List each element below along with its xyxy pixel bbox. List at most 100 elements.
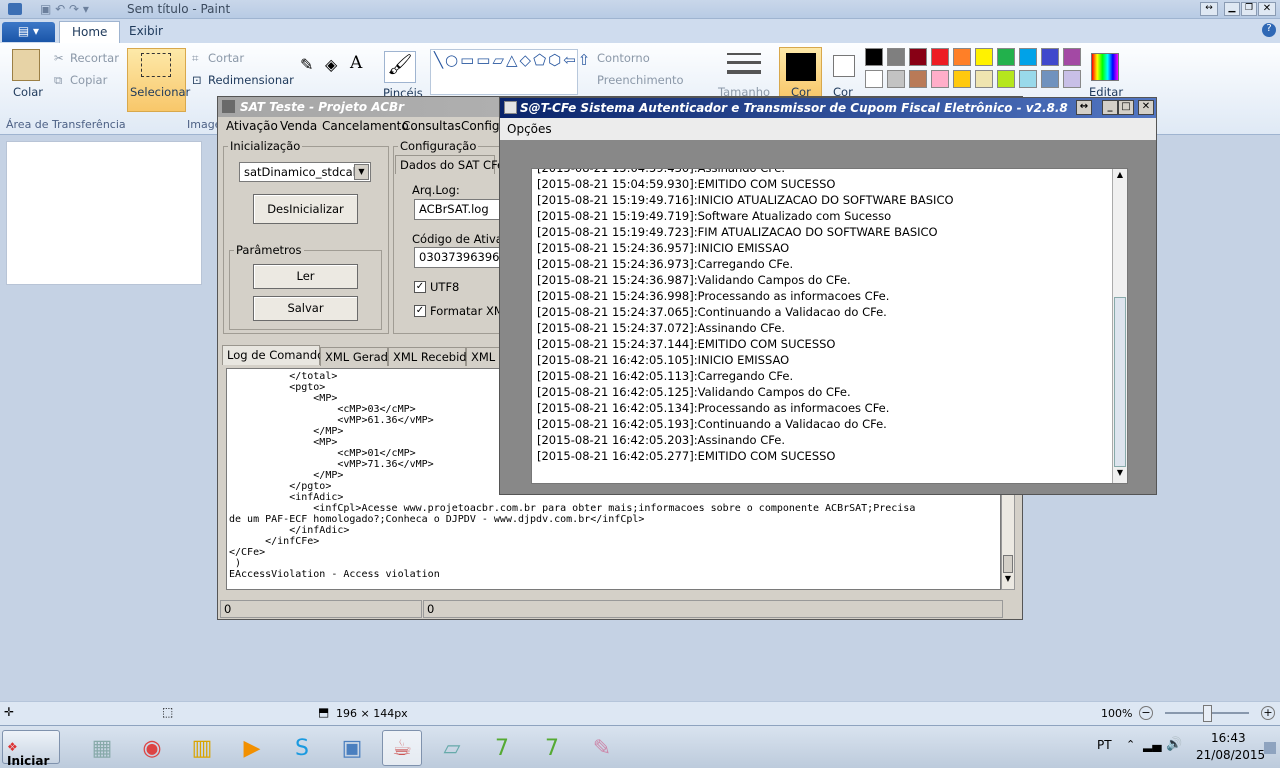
tab-xml-recebido[interactable]: XML Recebido <box>388 347 474 366</box>
tab-dados-sat[interactable]: Dados do SAT CFe <box>395 155 504 174</box>
zoom-in-button[interactable]: + <box>1261 706 1275 720</box>
notes-icon[interactable]: ▱ <box>432 730 472 766</box>
menu-consultas[interactable]: Consultas <box>402 119 461 133</box>
language-indicator[interactable]: PT <box>1097 738 1112 752</box>
calculator-icon[interactable]: ▦ <box>82 730 122 766</box>
palette-swatch[interactable] <box>865 48 883 66</box>
outline-dropdown[interactable]: Contorno <box>597 51 650 65</box>
salvar-button[interactable]: Salvar <box>253 296 358 321</box>
desinicializar-button[interactable]: DesInicializar <box>253 194 358 224</box>
palette-swatch[interactable] <box>975 48 993 66</box>
palette-swatch[interactable] <box>887 70 905 88</box>
quick-access-toolbar[interactable]: ▣ ↶ ↷ ▾ <box>40 2 89 16</box>
palette-swatch[interactable] <box>887 48 905 66</box>
palette-swatch[interactable] <box>931 70 949 88</box>
palette-swatch[interactable] <box>997 48 1015 66</box>
palette-swatch[interactable] <box>909 48 927 66</box>
color2-swatch[interactable] <box>833 55 855 77</box>
explorer-icon[interactable]: ▥ <box>182 730 222 766</box>
scroll-up-icon[interactable]: ▲ <box>1114 170 1126 183</box>
pencil-icon[interactable]: ✎ <box>300 55 313 74</box>
palette-swatch[interactable] <box>1041 48 1059 66</box>
restore-arrows-icon[interactable]: ↔ <box>1076 100 1092 115</box>
delphi7b-icon[interactable]: 7 <box>532 730 572 766</box>
zoom-out-button[interactable]: − <box>1139 706 1153 720</box>
show-desktop-button[interactable] <box>1264 742 1276 754</box>
lib-select[interactable]: satDinamico_stdcall ▼ <box>239 162 371 182</box>
palette-swatch[interactable] <box>975 70 993 88</box>
delphi7-icon[interactable]: 7 <box>482 730 522 766</box>
scroll-down-icon[interactable]: ▼ <box>1002 574 1014 588</box>
sat-log-entry: [2015-08-21 15:19:49.719]:Software Atual… <box>537 209 892 223</box>
paste-button[interactable]: Colar <box>13 85 43 99</box>
tab-log-comandos[interactable]: Log de Comandos <box>222 345 330 365</box>
copy-icon: ⧉ <box>54 73 63 87</box>
scroll-down-icon[interactable]: ▼ <box>1114 468 1126 481</box>
sat-log-list[interactable]: [2015-08-21 15:04:59.430]:Assinando CFe.… <box>531 168 1128 484</box>
copy-button[interactable]: Copiar <box>70 73 107 87</box>
help-icon[interactable]: ? <box>1262 23 1276 37</box>
clock-time[interactable]: 16:43 <box>1211 731 1246 745</box>
palette-swatch[interactable] <box>865 70 883 88</box>
shapes-gallery[interactable]: ╲○▭▭▱△◇⬠⬡⇦⇧ <box>430 49 590 95</box>
restore-arrows-icon[interactable]: ↔ <box>1200 2 1218 16</box>
palette-swatch[interactable] <box>1063 70 1081 88</box>
tab-xml-gerado[interactable]: XML Gerado <box>320 347 395 366</box>
cut-button[interactable]: Recortar <box>70 51 119 65</box>
network-tray-icon[interactable]: ▂▄ <box>1143 738 1161 752</box>
paint-icon[interactable]: ✎ <box>582 730 622 766</box>
minimize-button[interactable]: ▁ <box>1224 2 1240 16</box>
log-scrollbar-thumb[interactable] <box>1003 555 1013 573</box>
palette-swatch[interactable] <box>953 48 971 66</box>
lib-select-value: satDinamico_stdcall <box>244 165 359 179</box>
close-button[interactable]: ✕ <box>1138 100 1154 115</box>
volume-icon[interactable]: 🔊 <box>1166 737 1182 752</box>
sat-log-entry: [2015-08-21 15:24:36.957]:INICIO EMISSAO <box>537 241 790 255</box>
start-button[interactable]: ❖ Iniciar <box>2 730 60 768</box>
menu-ativacao[interactable]: Ativação <box>226 119 278 133</box>
palette-swatch[interactable] <box>931 48 949 66</box>
file-menu-button[interactable]: ▤ ▾ <box>2 22 55 42</box>
chrome-icon[interactable]: ◉ <box>132 730 172 766</box>
maximize-button[interactable]: □ <box>1118 100 1134 115</box>
maximize-button[interactable]: ❐ <box>1241 2 1257 16</box>
ler-button[interactable]: Ler <box>253 264 358 289</box>
palette-swatch[interactable] <box>953 70 971 88</box>
clock-date[interactable]: 21/08/2015 <box>1196 748 1265 762</box>
chevron-down-icon[interactable]: ▼ <box>354 164 369 180</box>
menu-venda[interactable]: Venda <box>280 119 317 133</box>
close-button[interactable]: ✕ <box>1258 2 1276 16</box>
minimize-button[interactable]: _ <box>1102 100 1118 115</box>
brushes-icon[interactable]: 🖌 <box>384 51 416 83</box>
utf8-checkbox[interactable]: ✓ <box>414 281 426 293</box>
palette-swatch[interactable] <box>1019 48 1037 66</box>
tab-home[interactable]: Home <box>59 21 121 43</box>
palette-swatch[interactable] <box>1041 70 1059 88</box>
text-tool-icon[interactable]: A <box>350 53 362 73</box>
paint-canvas[interactable] <box>6 141 202 285</box>
tab-exibir[interactable]: Exibir <box>117 21 175 43</box>
network-icon[interactable]: ▣ <box>332 730 372 766</box>
tab-xml-c[interactable]: XML C <box>466 347 500 366</box>
media-player-icon[interactable]: ▶ <box>232 730 272 766</box>
menu-cancelamento[interactable]: Cancelamento <box>322 119 409 133</box>
edit-colors-icon[interactable] <box>1091 53 1119 81</box>
resize-button[interactable]: Redimensionar <box>208 73 294 87</box>
palette-swatch[interactable] <box>909 70 927 88</box>
fill-icon[interactable]: ◈ <box>325 55 337 74</box>
arq-log-input[interactable]: ACBrSAT.log <box>414 199 500 220</box>
sat-log-scrollbar[interactable]: ▲ ▼ <box>1112 169 1127 483</box>
crop-button[interactable]: Cortar <box>208 51 244 65</box>
sat-scrollbar-thumb[interactable] <box>1114 297 1126 467</box>
palette-swatch[interactable] <box>1019 70 1037 88</box>
menu-opcoes[interactable]: Opções <box>507 122 552 136</box>
formatar-xml-checkbox[interactable]: ✓ <box>414 305 426 317</box>
fill-dropdown[interactable]: Preenchimento <box>597 73 684 87</box>
java-icon[interactable]: ☕ <box>382 730 422 766</box>
palette-swatch[interactable] <box>1063 48 1081 66</box>
palette-swatch[interactable] <box>997 70 1015 88</box>
skype-icon[interactable]: S <box>282 730 322 766</box>
zoom-slider-thumb[interactable] <box>1203 705 1212 722</box>
codigo-ativacao-input[interactable]: 03037396396 <box>414 247 500 268</box>
tray-chevron-icon[interactable]: ⌃ <box>1126 738 1135 751</box>
